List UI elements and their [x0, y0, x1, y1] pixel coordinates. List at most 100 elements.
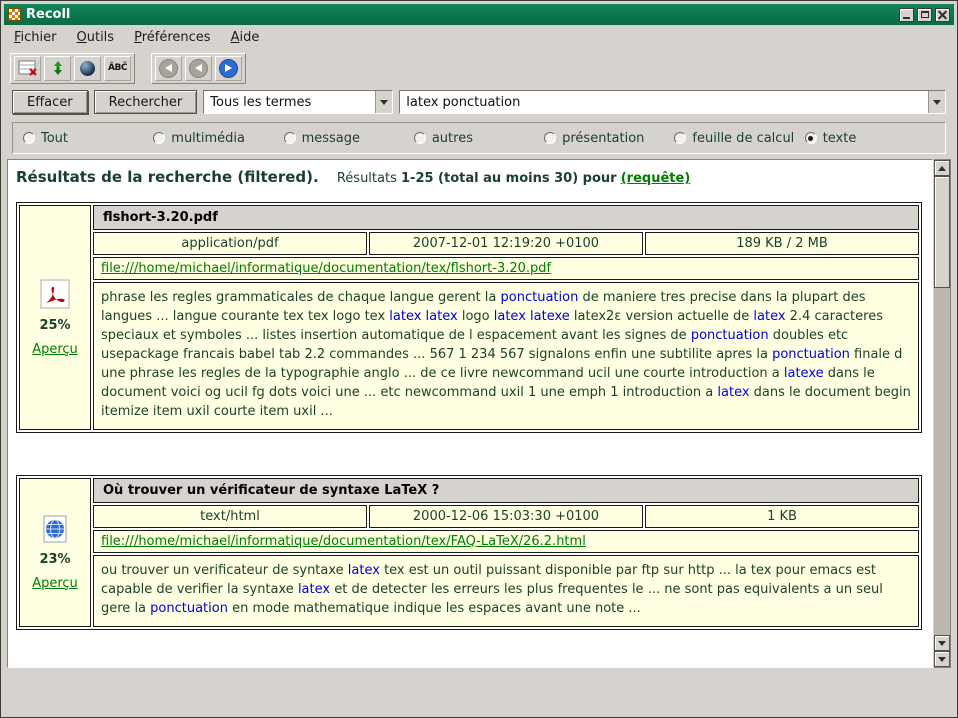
search-button[interactable]: Rechercher [94, 90, 198, 114]
term-explorer-button[interactable]: ÂBĈ [104, 56, 131, 81]
result-url-link[interactable]: file:///home/michael/informatique/docume… [101, 534, 586, 549]
scrollbar-thumb[interactable] [934, 176, 950, 288]
result-table: Où trouver un vérificateur de syntaxe La… [93, 478, 919, 627]
window-title: Recoll [26, 7, 70, 22]
toolbar-nav-group [151, 53, 246, 84]
radio-icon [414, 132, 426, 144]
filter-radio-message[interactable]: message [284, 131, 414, 146]
previous-page-icon [189, 59, 208, 78]
result-mime: text/html [93, 505, 367, 528]
result-url-link[interactable]: file:///home/michael/informatique/docume… [101, 261, 551, 276]
arrow-down-icon [938, 641, 946, 646]
results-count-prefix: Résultats [337, 171, 397, 186]
maximize-button[interactable] [917, 8, 932, 22]
update-index-button[interactable] [44, 56, 71, 81]
chevron-down-icon [380, 100, 388, 105]
result-snippet: phrase les regles grammaticales de chaqu… [93, 282, 919, 430]
radio-icon [805, 132, 817, 144]
pdf-file-icon [40, 279, 70, 309]
radio-icon [153, 132, 165, 144]
minimize-button[interactable] [899, 8, 914, 22]
radio-icon [674, 132, 686, 144]
close-button[interactable] [935, 8, 950, 22]
result-title: flshort-3.20.pdf [93, 205, 919, 230]
result-date: 2000-12-06 15:03:30 +0100 [369, 505, 643, 528]
search-mode-select[interactable]: Tous les termes [203, 90, 393, 114]
result-size: 1 KB [645, 505, 919, 528]
preview-link[interactable]: Aperçu [32, 342, 78, 357]
search-input[interactable] [400, 95, 928, 110]
relevance-percent: 23% [39, 552, 70, 567]
filter-radio-texte[interactable]: texte [805, 131, 935, 146]
relevance-percent: 25% [39, 318, 70, 333]
search-mode-dropdown-button[interactable] [375, 91, 392, 113]
close-icon [938, 10, 947, 19]
show-query-detail-button[interactable] [74, 56, 101, 81]
status-bar [4, 670, 954, 714]
html-file-icon [41, 515, 69, 543]
menu-bar: Fichier Outils Préférences Aide [4, 25, 954, 50]
result-snippet-row: ou trouver un verificateur de syntaxe la… [93, 555, 919, 627]
radio-icon [23, 132, 35, 144]
result-table: flshort-3.20.pdf application/pdf 2007-12… [93, 205, 919, 430]
results-header: Résultats de la recherche (filtered). Ré… [16, 168, 926, 186]
result-side-panel: 23% Aperçu [19, 478, 91, 627]
results-area: Résultats de la recherche (filtered). Ré… [7, 159, 951, 668]
search-history-dropdown-button[interactable] [928, 91, 945, 113]
scrollbar-down-button[interactable] [934, 635, 950, 651]
result-size: 189 KB / 2 MB [645, 232, 919, 255]
result-snippet: ou trouver un verificateur de syntaxe la… [93, 555, 919, 627]
result-item: 25% Aperçu flshort-3.20.pdf application/… [16, 202, 922, 433]
query-link[interactable]: (requête) [621, 171, 691, 186]
first-page-icon [159, 59, 178, 78]
menu-preferences[interactable]: Préférences [134, 30, 210, 45]
results-title: Résultats de la recherche (filtered). [16, 168, 319, 186]
results-range: 1-25 (total au moins 30) pour [401, 171, 617, 186]
filter-radio-presentation[interactable]: présentation [544, 131, 674, 146]
scrollbar-track[interactable] [934, 288, 950, 635]
scrollbar-down-button-outer[interactable] [934, 651, 950, 667]
clear-search-button[interactable] [14, 56, 41, 81]
term-explorer-icon: ÂBĈ [108, 63, 127, 73]
radio-icon [544, 132, 556, 144]
result-mime: application/pdf [93, 232, 367, 255]
result-title-row: flshort-3.20.pdf [93, 205, 919, 230]
preview-link[interactable]: Aperçu [32, 576, 78, 591]
filter-radio-autres[interactable]: autres [414, 131, 544, 146]
filter-radio-tout[interactable]: Tout [23, 131, 153, 146]
result-url-row: file:///home/michael/informatique/docume… [93, 257, 919, 280]
sphere-icon [80, 61, 95, 76]
first-page-button[interactable] [155, 56, 182, 81]
clear-button[interactable]: Effacer [12, 90, 88, 114]
next-page-button[interactable] [215, 56, 242, 81]
result-side-panel: 25% Aperçu [19, 205, 91, 430]
result-meta-row: text/html 2000-12-06 15:03:30 +0100 1 KB [93, 505, 919, 528]
minimize-icon [903, 17, 910, 19]
menu-outils[interactable]: Outils [77, 30, 115, 45]
category-filter-bar: Tout multimédia message autres présentat… [12, 122, 946, 154]
arrow-down-icon [938, 657, 946, 662]
search-mode-value: Tous les termes [204, 95, 375, 110]
toolbar-tools-group: ÂBĈ [10, 53, 135, 84]
menu-aide[interactable]: Aide [231, 30, 260, 45]
result-date: 2007-12-01 12:19:20 +0100 [369, 232, 643, 255]
recoll-window: Recoll Fichier Outils Préférences Aide [0, 0, 958, 718]
arrow-up-icon [938, 166, 946, 171]
search-query-combo [399, 90, 946, 114]
search-row: Effacer Rechercher Tous les termes [12, 88, 946, 116]
filter-radio-feuille-de-calcul[interactable]: feuille de calcul [674, 131, 804, 146]
previous-page-button[interactable] [185, 56, 212, 81]
filter-radio-multimedia[interactable]: multimédia [153, 131, 283, 146]
result-url-cell: file:///home/michael/informatique/docume… [93, 257, 919, 280]
result-url-row: file:///home/michael/informatique/docume… [93, 530, 919, 553]
update-index-icon [50, 60, 66, 76]
result-list-panel: Résultats de la recherche (filtered). Ré… [7, 159, 933, 668]
clear-search-icon [18, 60, 37, 77]
menu-fichier[interactable]: Fichier [14, 30, 57, 45]
toolbar: ÂBĈ [4, 50, 954, 86]
result-item: 23% Aperçu Où trouver un vérificateur de… [16, 475, 922, 630]
title-bar[interactable]: Recoll [4, 4, 954, 25]
results-scrollbar[interactable] [934, 159, 951, 668]
scrollbar-up-button[interactable] [934, 160, 950, 176]
window-controls [899, 8, 950, 22]
